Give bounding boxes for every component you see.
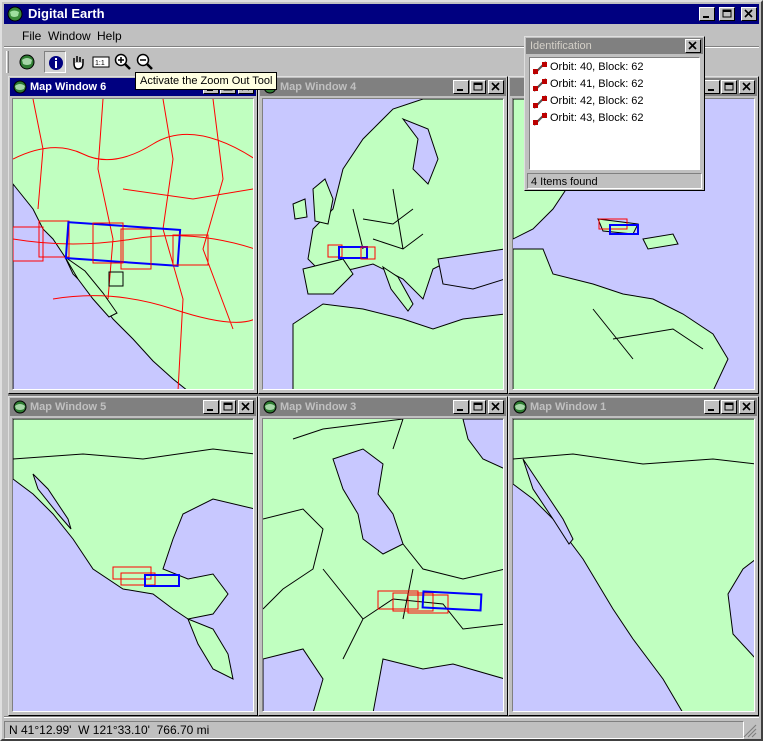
map-window-title: Map Window 3 (280, 401, 357, 413)
maximize-button[interactable] (220, 400, 236, 414)
satellite-icon (533, 112, 547, 126)
status-coordinates: N 41°12.99' W 121°33.10' 766.70 mi (4, 721, 744, 739)
zoom-out-icon (136, 53, 153, 70)
close-button[interactable] (488, 80, 504, 94)
zoom-in-icon (114, 53, 131, 70)
satellite-icon (533, 78, 547, 92)
app-title: Digital Earth (28, 6, 105, 21)
close-button[interactable] (488, 400, 504, 414)
identification-status: 4 Items found (527, 173, 702, 189)
svg-text:1:1: 1:1 (95, 60, 105, 67)
list-item-label: Orbit: 42, Block: 62 (550, 95, 644, 107)
maximize-button[interactable] (470, 400, 486, 414)
identification-window[interactable]: Identification Orbit: 40, Block: 62 Orbi… (524, 36, 705, 191)
globe-icon (7, 6, 23, 22)
minimize-button[interactable] (453, 80, 469, 94)
maximize-button[interactable] (470, 80, 486, 94)
map-canvas[interactable] (12, 418, 254, 712)
app-window: Digital Earth File Window Help 1:1 Activ… (0, 0, 763, 741)
maximize-button[interactable] (719, 7, 736, 21)
minimize-button[interactable] (704, 400, 720, 414)
scale-tool-button[interactable]: 1:1 (90, 51, 112, 73)
pan-tool-button[interactable] (67, 51, 89, 73)
status-separator (4, 716, 759, 718)
map-window-6[interactable]: Map Window 6 (8, 76, 258, 394)
map-window-title-bar[interactable]: Map Window 5 (10, 398, 256, 416)
minimize-button[interactable] (203, 400, 219, 414)
map-window-3[interactable]: Map Window 3 (258, 396, 508, 716)
list-item-label: Orbit: 40, Block: 62 (550, 61, 644, 73)
zoom-in-tool-button[interactable] (112, 51, 134, 73)
map-canvas[interactable] (12, 98, 254, 390)
globe-icon (13, 400, 27, 414)
minimize-button[interactable] (698, 7, 715, 21)
map-window-title-bar[interactable]: Map Window 3 (260, 398, 506, 416)
close-button[interactable] (238, 400, 254, 414)
map-window-5[interactable]: Map Window 5 (8, 396, 258, 716)
maximize-button[interactable] (721, 400, 737, 414)
status-bar: N 41°12.99' W 121°33.10' 766.70 mi (4, 720, 759, 740)
map-window-title: Map Window 1 (530, 401, 607, 413)
minimize-button[interactable] (453, 400, 469, 414)
hand-pan-icon (73, 56, 84, 70)
menu-help[interactable]: Help (97, 29, 122, 43)
satellite-icon (533, 95, 547, 109)
close-button[interactable] (741, 7, 757, 21)
globe-tool-button[interactable] (16, 51, 38, 73)
identification-title-bar[interactable]: Identification (526, 38, 703, 54)
close-button[interactable] (739, 80, 755, 94)
minimize-button[interactable] (704, 80, 720, 94)
map-canvas[interactable] (262, 98, 504, 390)
identification-list[interactable]: Orbit: 40, Block: 62 Orbit: 41, Block: 6… (529, 57, 700, 170)
satellite-icon (533, 61, 547, 75)
zoom-out-tool-button[interactable] (134, 51, 156, 73)
map-window-title: Map Window 6 (30, 81, 107, 93)
list-item-label: Orbit: 43, Block: 62 (550, 112, 644, 124)
close-button[interactable] (739, 400, 755, 414)
info-tool-button[interactable] (44, 51, 66, 73)
map-window-title-bar[interactable]: Map Window 1 (510, 398, 757, 416)
map-canvas[interactable] (262, 418, 504, 712)
tooltip: Activate the Zoom Out Tool (135, 72, 278, 90)
menu-window[interactable]: Window (48, 29, 91, 43)
map-window-title: Map Window 5 (30, 401, 107, 413)
info-icon (49, 56, 63, 70)
map-window-1[interactable]: Map Window 1 (508, 396, 759, 716)
list-item-label: Orbit: 41, Block: 62 (550, 78, 644, 90)
resize-grip-icon[interactable] (743, 724, 757, 738)
map-window-title: Map Window 4 (280, 81, 357, 93)
globe-icon (13, 80, 27, 94)
scale-icon: 1:1 (92, 56, 110, 68)
menu-file[interactable]: File (22, 29, 41, 43)
toolbar-grip[interactable] (6, 51, 9, 73)
map-window-4[interactable]: Map Window 4 (258, 76, 508, 394)
globe-icon (19, 54, 35, 70)
map-canvas[interactable] (512, 418, 755, 712)
close-button[interactable] (685, 39, 701, 53)
globe-icon (513, 400, 527, 414)
app-title-bar[interactable]: Digital Earth (4, 4, 759, 24)
identification-title: Identification (530, 40, 592, 52)
map-window-title-bar[interactable]: Map Window 4 (260, 78, 506, 96)
globe-icon (263, 400, 277, 414)
maximize-button[interactable] (721, 80, 737, 94)
